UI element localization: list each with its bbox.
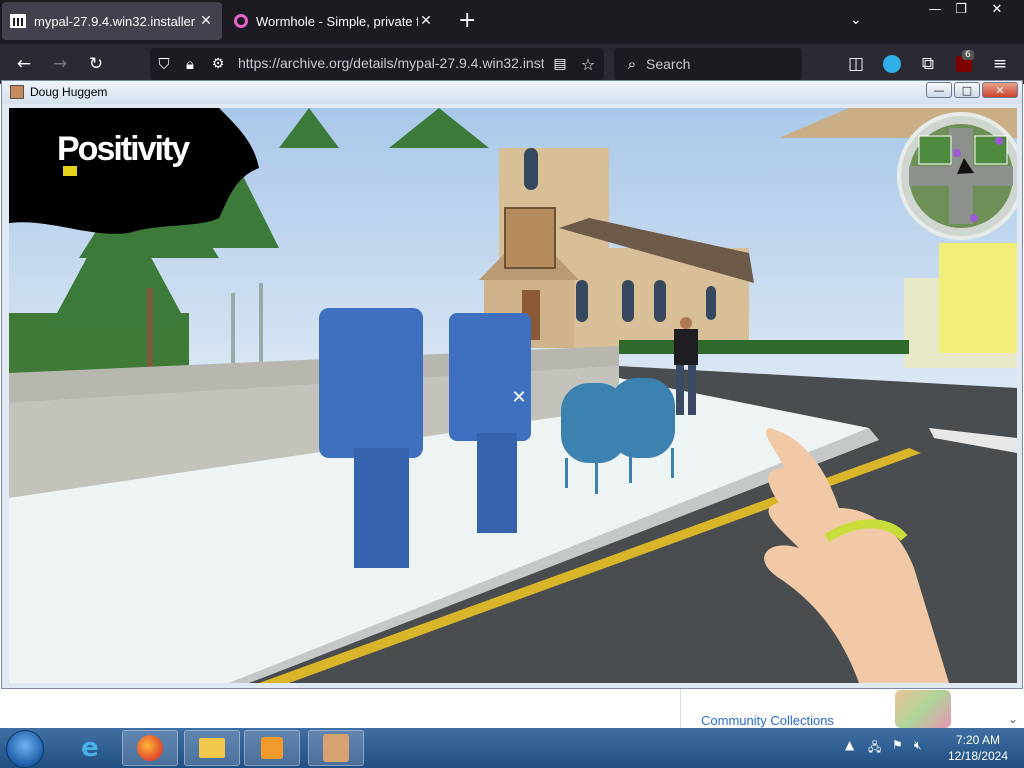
game-window-title: Doug Huggem	[30, 85, 108, 99]
url-text[interactable]: https://archive.org/details/mypal-27.9.4…	[238, 55, 544, 71]
forward-icon[interactable]: →	[48, 52, 72, 76]
media-player-icon[interactable]	[244, 730, 300, 766]
tab-label: mypal-27.9.4.win32.installer : Fr	[34, 13, 198, 29]
start-button[interactable]	[6, 730, 44, 768]
clock-date: 12/18/2024	[947, 749, 1009, 763]
flag-icon[interactable]: ⚑	[892, 738, 903, 752]
game-icon[interactable]	[308, 730, 364, 766]
tree-trunk	[147, 288, 153, 368]
browser-toolbar: ← → ↻ ⛉ 🔒︎ ⚙ https://archive.org/details…	[0, 44, 1024, 84]
extensions-icon[interactable]: ⧉	[916, 52, 940, 76]
tab-archive[interactable]: mypal-27.9.4.win32.installer : Fr ✕	[2, 2, 222, 40]
url-bar[interactable]: ⛉ 🔒︎ ⚙ https://archive.org/details/mypal…	[150, 48, 604, 80]
game-close-button[interactable]: ✕	[982, 82, 1018, 98]
reader-view-icon[interactable]: ▤	[548, 52, 572, 76]
game-title-bar[interactable]: Doug Huggem — □ ✕	[2, 81, 1022, 104]
taskbar: e ▲ 🖧︎ ⚑ 🔇︎ 7:20 AM 12/18/2024	[0, 728, 1024, 768]
close-tab-icon[interactable]: ✕	[418, 13, 434, 29]
tab-label: Wormhole - Simple, private file	[256, 13, 418, 29]
tab-wormhole[interactable]: Wormhole - Simple, private file ✕	[226, 2, 442, 40]
search-icon: ⌕	[627, 55, 637, 73]
crosshair: ✕	[511, 387, 526, 408]
minimap[interactable]	[897, 112, 1017, 240]
game-scene: ✕	[9, 108, 1017, 683]
game-maximize-button[interactable]: □	[954, 82, 980, 98]
internet-explorer-icon[interactable]: e	[62, 730, 118, 766]
pocket-icon[interactable]: ◫	[844, 52, 868, 76]
game-avatar-icon	[10, 85, 24, 99]
hud-title: Positivity	[57, 130, 190, 168]
back-icon[interactable]: ←	[12, 52, 36, 76]
search-bar[interactable]: ⌕ Search	[614, 48, 802, 80]
maximize-button[interactable]: ❐	[944, 0, 978, 18]
game-window: Doug Huggem — □ ✕ ✕ Positivity	[1, 80, 1023, 689]
tab-list-button[interactable]: ⌄	[850, 12, 862, 28]
bookmark-star-icon[interactable]: ☆	[576, 52, 600, 76]
close-button[interactable]: ✕	[980, 0, 1014, 18]
permissions-icon[interactable]: ⚙	[206, 52, 230, 76]
lamp-post	[259, 283, 263, 363]
shield-icon[interactable]: ⛉	[152, 52, 176, 76]
community-collections-link[interactable]: Community Collections	[701, 713, 834, 728]
close-tab-icon[interactable]: ✕	[198, 13, 214, 29]
lamp-post	[231, 293, 235, 363]
archive-icon	[10, 14, 26, 28]
clock[interactable]: 7:20 AM 12/18/2024	[936, 732, 1020, 764]
search-input[interactable]: Search	[646, 56, 690, 72]
volume-muted-icon[interactable]: 🔇︎	[914, 738, 922, 753]
lock-icon[interactable]: 🔒︎	[178, 52, 202, 76]
game-viewport[interactable]: ✕ Positivity	[9, 108, 1017, 683]
wormhole-icon	[234, 14, 248, 28]
browser-tab-strip: mypal-27.9.4.win32.installer : Fr ✕ Worm…	[0, 0, 1024, 44]
menu-icon[interactable]: ≡	[988, 52, 1012, 76]
hedge-row	[619, 340, 909, 354]
page-divider	[680, 688, 681, 728]
clock-time: 7:20 AM	[955, 733, 1001, 747]
new-tab-button[interactable]: +	[458, 8, 476, 34]
account-icon[interactable]	[880, 52, 904, 76]
collection-thumbnail[interactable]	[895, 690, 951, 728]
yellow-building	[939, 243, 1017, 353]
scroll-down-icon[interactable]: ⌄	[1008, 712, 1018, 726]
extension-badge: 6	[962, 50, 974, 60]
reload-icon[interactable]: ↻	[84, 52, 108, 76]
network-icon[interactable]: 🖧︎	[868, 738, 881, 759]
game-minimize-button[interactable]: —	[926, 82, 952, 98]
file-explorer-icon[interactable]	[184, 730, 240, 766]
firefox-icon[interactable]	[122, 730, 178, 766]
tray-expand-icon[interactable]: ▲	[845, 738, 854, 752]
